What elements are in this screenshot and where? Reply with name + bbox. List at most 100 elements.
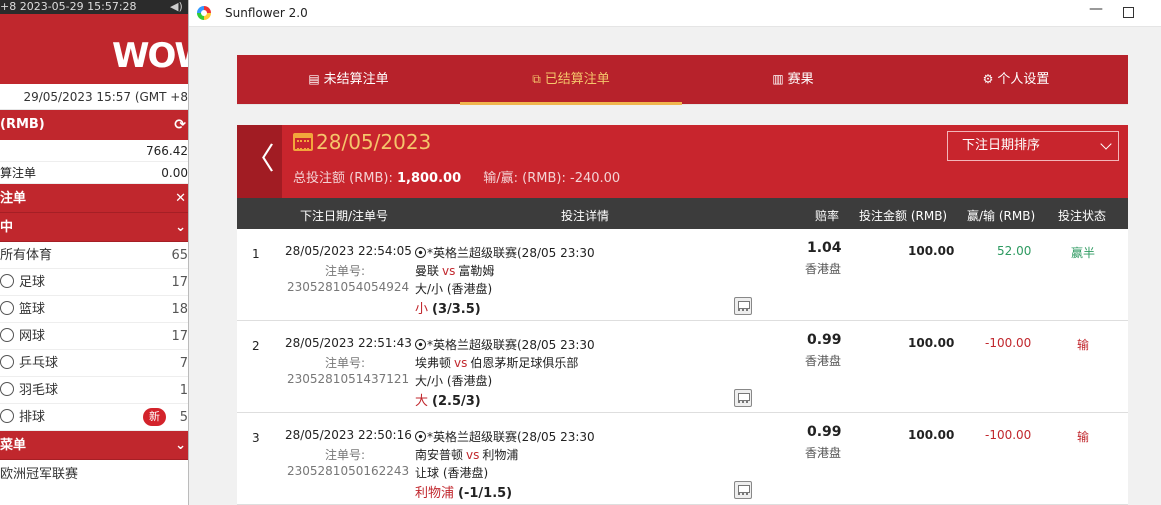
- new-badge: 新: [143, 408, 166, 426]
- soccer-icon: [415, 247, 426, 258]
- tab-settled[interactable]: ⧉ 已结算注单: [460, 55, 682, 105]
- league-info: *英格兰超级联赛(28/05 23:30: [415, 428, 595, 445]
- league-item[interactable]: 欧洲冠军联赛: [0, 460, 188, 490]
- away-team: 富勒姆: [458, 264, 495, 278]
- brand-logo[interactable]: WOW: [0, 14, 188, 84]
- row-index: 3: [252, 431, 260, 445]
- win-loss-amount: -100.00: [985, 428, 1032, 442]
- sport-item-all[interactable]: 所有体育 65: [0, 242, 188, 269]
- pick-name: 小: [415, 302, 429, 317]
- live-section-label: 中: [0, 220, 14, 235]
- sport-count: 5: [179, 410, 188, 425]
- pick-line: (3/3.5): [432, 302, 481, 317]
- volleyball-icon: [0, 409, 14, 423]
- odds-value: 1.04: [807, 240, 842, 256]
- sport-item-basketball[interactable]: 篮球 18: [0, 296, 188, 323]
- league-info: *英格兰超级联赛(28/05 23:30: [415, 336, 595, 353]
- main-nav: ▤ 未结算注单 ⧉ 已结算注单 ▥ 赛果 ⚙ 个人设置: [237, 55, 1128, 105]
- tab-results[interactable]: ▥ 赛果: [682, 55, 904, 104]
- vs-label: vs: [442, 264, 456, 278]
- sport-item-table-tennis[interactable]: 乒乓球 7: [0, 350, 188, 377]
- match-teams: 曼联 vs 富勒姆: [415, 262, 494, 279]
- bet-datetime: 28/05/2023 22:50:16: [285, 428, 412, 442]
- sport-label: 排球: [19, 410, 46, 425]
- screen: +8 2023-05-29 15:57:28 ◀) WOW 29/05/2023…: [0, 0, 1161, 505]
- table-body: 1 28/05/2023 22:54:05 注单号: 2305281054054…: [237, 229, 1128, 505]
- market-type: 大/小 (香港盘): [415, 374, 493, 388]
- back-button[interactable]: 〈: [237, 125, 282, 198]
- odds-value: 0.99: [807, 332, 842, 348]
- brand-logo-text: WOW: [112, 36, 188, 76]
- sport-count: 1: [179, 383, 188, 398]
- bet-detail-icon[interactable]: [734, 297, 752, 315]
- sidebar-clock: +8 2023-05-29 15:57:28: [0, 0, 137, 13]
- col-status: 投注状态: [1058, 209, 1107, 223]
- col-date-order: 下注日期/注单号: [300, 209, 389, 223]
- pick-line: (-1/1.5): [458, 486, 513, 501]
- summary-stats: 总投注额 (RMB): 1,800.00 输/赢: (RMB): -240.00: [293, 167, 620, 186]
- sport-label: 乒乓球: [19, 356, 59, 371]
- tab-settings[interactable]: ⚙ 个人设置: [904, 55, 1128, 104]
- match-teams: 南安普顿 vs 利物浦: [415, 446, 518, 463]
- close-icon[interactable]: ✕: [175, 184, 186, 213]
- win-loss-amount: 52.00: [997, 244, 1032, 258]
- basketball-icon: [0, 301, 14, 315]
- row-index: 2: [252, 339, 260, 353]
- chevron-down-icon[interactable]: ⌄: [175, 431, 186, 460]
- total-stake-label: 总投注额 (RMB):: [293, 171, 393, 186]
- window-titlebar: Sunflower 2.0 —: [189, 0, 1161, 27]
- bets-section-bar[interactable]: 注单 ✕: [0, 184, 188, 213]
- settled-bets-table: 下注日期/注单号 投注详情 赔率 投注金额 (RMB) 赢/输 (RMB) 投注…: [237, 198, 1128, 505]
- menu-section-bar[interactable]: 菜单 ⌄: [0, 431, 188, 460]
- order-no-label: 注单号:: [325, 448, 366, 462]
- stake-amount: 100.00: [908, 428, 955, 442]
- table-row[interactable]: 2 28/05/2023 22:51:43 注单号: 2305281051437…: [237, 321, 1128, 413]
- order-no: 2305281051437121: [287, 372, 410, 386]
- vs-label: vs: [454, 356, 468, 370]
- sport-count: 18: [171, 302, 188, 317]
- calendar-icon[interactable]: [293, 133, 313, 151]
- live-section-bar[interactable]: 中 ⌄: [0, 213, 188, 242]
- menu-section-label: 菜单: [0, 438, 27, 453]
- minimize-button[interactable]: —: [1085, 1, 1107, 25]
- sport-label: 足球: [19, 275, 46, 290]
- sport-item-volleyball[interactable]: 排球 新 5: [0, 404, 188, 431]
- odds-type: 香港盘: [805, 354, 842, 368]
- sport-count: 17: [171, 275, 188, 290]
- refresh-icon[interactable]: ⟳: [174, 110, 186, 140]
- volume-icon[interactable]: ◀): [170, 0, 183, 14]
- tab-label: 未结算注单: [323, 72, 389, 87]
- sport-item-badminton[interactable]: 羽毛球 1: [0, 377, 188, 404]
- sport-item-tennis[interactable]: 网球 17: [0, 323, 188, 350]
- market-type: 让球 (香港盘): [415, 466, 489, 480]
- bet-detail-icon[interactable]: [734, 389, 752, 407]
- window-title: Sunflower 2.0: [225, 6, 308, 20]
- selected-date[interactable]: 28/05/2023: [316, 130, 431, 154]
- home-team: 埃弗顿: [415, 356, 452, 370]
- maximize-button[interactable]: [1123, 7, 1134, 18]
- order-no-label: 注单号:: [325, 356, 366, 370]
- odds-value: 0.99: [807, 424, 842, 440]
- balance-row: 766.42: [0, 140, 188, 162]
- table-tennis-icon: [0, 355, 14, 369]
- total-stake-value: 1,800.00: [396, 171, 462, 186]
- app-window: Sunflower 2.0 — ▤ 未结算注单 ⧉ 已结算注单 ▥ 赛果 ⚙ 个人设置 …: [188, 0, 1161, 505]
- odds-type: 香港盘: [805, 446, 842, 460]
- league-info: *英格兰超级联赛(28/05 23:30: [415, 244, 595, 261]
- order-no-label: 注单号:: [325, 264, 366, 278]
- table-row[interactable]: 3 28/05/2023 22:50:16 注单号: 2305281050162…: [237, 413, 1128, 505]
- bet-pick: 大 (2.5/3): [415, 390, 481, 409]
- tab-unsettled[interactable]: ▤ 未结算注单: [237, 55, 460, 104]
- sport-count: 65: [171, 248, 188, 263]
- badminton-icon: [0, 382, 14, 396]
- pending-row[interactable]: 算注单 0.00: [0, 162, 188, 184]
- sport-label: 篮球: [19, 302, 46, 317]
- table-row[interactable]: 1 28/05/2023 22:54:05 注单号: 2305281054054…: [237, 229, 1128, 321]
- sort-select[interactable]: 下注日期排序: [947, 131, 1119, 161]
- bet-status: 输: [1077, 430, 1090, 444]
- bet-detail-icon[interactable]: [734, 481, 752, 499]
- chevron-down-icon: [1100, 138, 1112, 150]
- chevron-down-icon[interactable]: ⌄: [175, 213, 186, 242]
- col-bet-detail: 投注详情: [561, 209, 610, 223]
- sport-item-soccer[interactable]: 足球 17: [0, 269, 188, 296]
